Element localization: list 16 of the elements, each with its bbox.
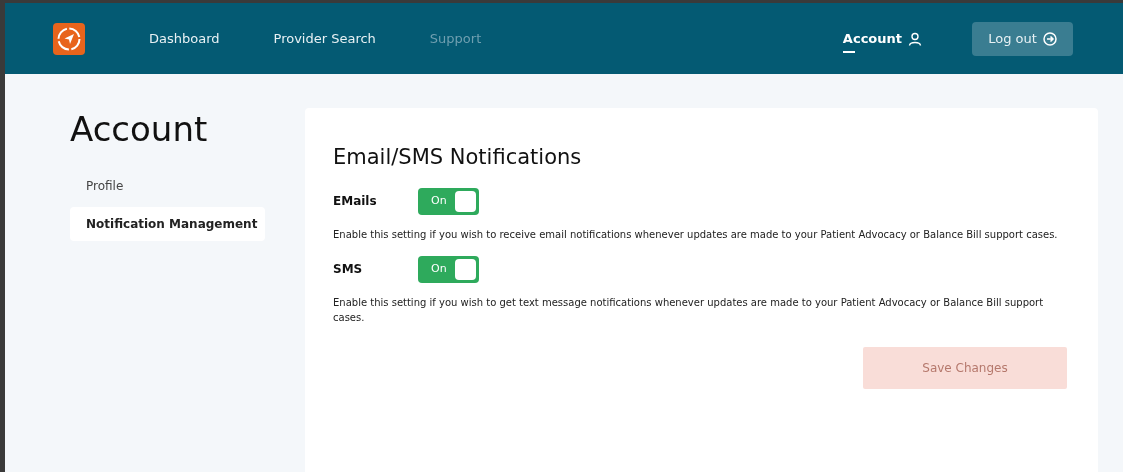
account-link[interactable]: Account: [842, 28, 922, 49]
arrow-circle-icon: [1042, 31, 1057, 46]
logout-button[interactable]: Log out: [972, 21, 1073, 56]
logo-icon[interactable]: [53, 22, 85, 55]
setting-description: Enable this setting if you wish to get text message notifications whenever updates are made to your Patient Advocacy or Balance Bill support cases.: [333, 295, 1045, 325]
setting-label: SMS: [333, 261, 364, 278]
sidebar-item[interactable]: Notification Management: [70, 207, 265, 241]
nav-link[interactable]: Dashboard: [149, 28, 220, 49]
nav-link[interactable]: Provider Search: [273, 28, 376, 49]
section-title: Email/SMS Notifications: [333, 144, 583, 171]
setting-label: EMails: [333, 193, 378, 210]
sidebar-item[interactable]: Profile: [70, 169, 265, 203]
setting-description: Enable this setting if you wish to receive email notifications whenever updates are made to your Patient Advocacy or Balance Bill support cases.: [333, 227, 1059, 242]
active-underline: [842, 50, 855, 53]
page-title: Account: [70, 108, 209, 150]
user-icon: [908, 31, 922, 46]
